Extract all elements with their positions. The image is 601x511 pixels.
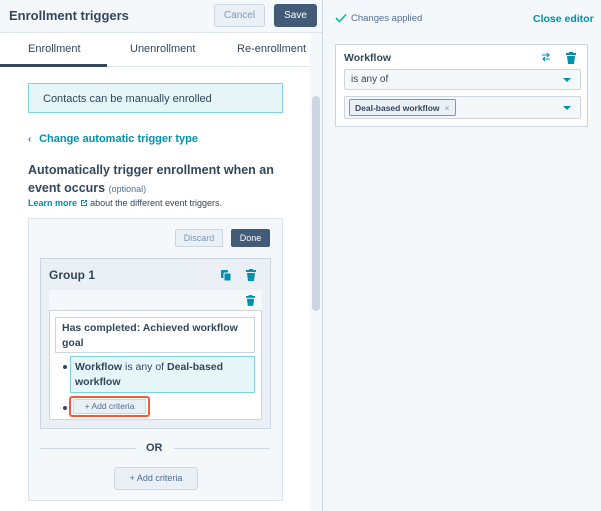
close-editor-link[interactable]: Close editor xyxy=(533,13,594,25)
change-trigger-label: Change automatic trigger type xyxy=(39,133,198,145)
panel-title: Enrollment triggers xyxy=(9,8,129,23)
tab-enrollment[interactable]: Enrollment xyxy=(28,43,81,55)
delete-group-icon[interactable] xyxy=(246,269,256,281)
list-bullet xyxy=(63,365,67,369)
active-tab-indicator xyxy=(0,64,107,67)
learn-more-link[interactable]: Learn more xyxy=(28,198,77,208)
chevron-down-icon xyxy=(563,78,571,82)
change-trigger-type-link[interactable]: ‹ Change automatic trigger type xyxy=(28,133,198,145)
save-button[interactable]: Save xyxy=(274,4,317,27)
filter-operator: is any of xyxy=(124,361,165,373)
remove-chip-icon[interactable]: × xyxy=(445,103,450,113)
tab-re-enrollment[interactable]: Re-enrollment xyxy=(237,43,306,55)
learn-more-line: Learn more about the different event tri… xyxy=(28,198,222,208)
selected-value-chip: Deal-based workflow × xyxy=(349,99,456,116)
event-condition[interactable]: Has completed: Achieved workflow goal xyxy=(55,317,255,353)
discard-button[interactable]: Discard xyxy=(175,229,223,247)
cancel-button[interactable]: Cancel xyxy=(214,4,265,27)
add-criteria-button[interactable]: + Add criteria xyxy=(73,399,146,414)
plus-icon: + xyxy=(129,473,135,483)
filter-title: Workflow xyxy=(344,52,392,64)
status-text: Changes applied xyxy=(351,13,423,24)
filter-field: Workflow xyxy=(75,361,123,373)
done-button[interactable]: Done xyxy=(231,229,270,247)
learn-more-description: about the different event triggers. xyxy=(90,198,222,208)
external-link-icon xyxy=(80,199,88,207)
clone-icon[interactable] xyxy=(221,270,231,281)
or-divider-right xyxy=(174,448,270,449)
chevron-left-icon: ‹ xyxy=(28,134,32,145)
tab-bar: Enrollment Unenrollment Re-enrollment xyxy=(0,33,322,67)
group-title: Group 1 xyxy=(49,268,96,282)
plus-icon: + xyxy=(84,401,90,411)
delete-filter-block-icon[interactable] xyxy=(246,295,255,306)
scrollbar-thumb[interactable] xyxy=(312,96,320,311)
chevron-down-icon xyxy=(563,106,571,110)
checkmark-icon xyxy=(335,13,347,23)
or-divider-left xyxy=(40,448,136,449)
list-bullet xyxy=(63,406,67,410)
filter-block-header xyxy=(49,290,262,311)
property-filter-condition[interactable]: Workflow is any of Deal-based workflow xyxy=(70,356,255,393)
or-label: OR xyxy=(146,442,163,454)
manual-enrollment-notice: Contacts can be manually enrolled xyxy=(28,83,283,113)
operator-select[interactable]: is any of xyxy=(344,69,581,90)
tab-unenrollment[interactable]: Unenrollment xyxy=(130,43,195,55)
optional-label: (optional) xyxy=(108,184,147,194)
delete-filter-icon[interactable] xyxy=(566,52,576,64)
swap-icon[interactable] xyxy=(541,52,551,62)
add-criteria-group-button[interactable]: + Add criteria xyxy=(114,467,198,490)
section-heading: Automatically trigger enrollment when an… xyxy=(28,163,274,195)
